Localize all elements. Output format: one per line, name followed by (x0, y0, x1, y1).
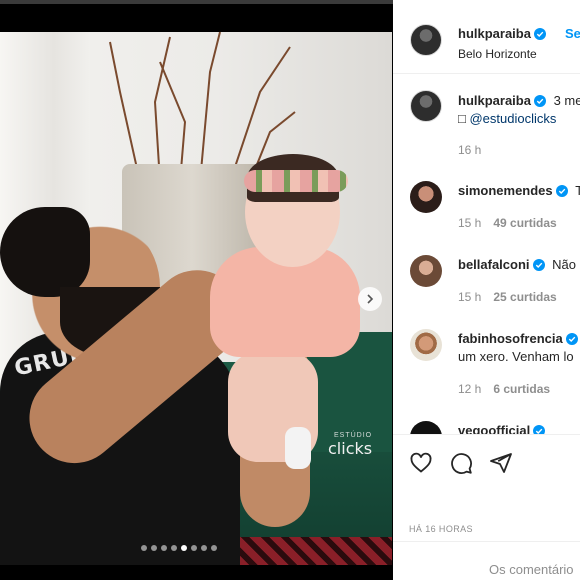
post-header: hulkparaiba Se Belo Horizonte (393, 4, 580, 74)
carousel-dot (161, 545, 167, 551)
carousel-dot (171, 545, 177, 551)
comment-bubble-icon (451, 453, 472, 474)
verified-badge-icon (555, 185, 568, 197)
comment-button[interactable] (449, 451, 475, 477)
photo-rug (220, 537, 392, 565)
send-icon (490, 453, 512, 473)
photo-man-hair (0, 207, 90, 297)
chevron-right-icon (367, 294, 374, 304)
heart-icon (410, 452, 432, 473)
carousel-dot (181, 545, 187, 551)
header-username[interactable]: hulkparaiba (458, 26, 546, 41)
comment-username-text[interactable]: simonemendes (458, 183, 553, 198)
comment-time[interactable]: 12 h (458, 382, 481, 396)
photo-baby-sock (285, 427, 311, 469)
watermark-big: clicks (328, 439, 373, 458)
comment-likes[interactable]: 6 curtidas (493, 382, 550, 396)
avatar[interactable] (410, 421, 442, 435)
carousel-dot (191, 545, 197, 551)
comment-username[interactable]: hulkparaiba 3 me (458, 93, 580, 108)
emoji-icon: □ (458, 111, 466, 126)
photo-watermark: ESTÚDIO clicks (328, 432, 372, 458)
verified-badge-icon (565, 333, 578, 345)
post-photo[interactable]: GRUDI ESTÚDIO clicks (0, 32, 392, 565)
post-time-ago[interactable]: HÁ 16 HORAS (409, 524, 473, 534)
avatar[interactable] (410, 329, 442, 361)
add-comment-field[interactable]: Os comentário (393, 541, 580, 580)
comment-text: Não (552, 257, 577, 272)
comment-likes[interactable]: 49 curtidas (493, 216, 556, 230)
avatar[interactable] (410, 24, 442, 56)
comment-meta: 15 h 49 curtidas (458, 216, 557, 230)
comment-text: um xero. Venham lo (458, 349, 574, 364)
comment-meta: 15 h 25 curtidas (458, 290, 557, 304)
caption-second-line: □ @estudioclicks (458, 111, 556, 126)
comment-username[interactable]: bellafalconi Não (458, 257, 576, 272)
verified-badge-icon (532, 259, 545, 271)
carousel-next-button[interactable] (358, 287, 382, 311)
comment-time[interactable]: 15 h (458, 216, 481, 230)
comment-username-text[interactable]: hulkparaiba (458, 93, 531, 108)
carousel-dot (141, 545, 147, 551)
mention-link[interactable]: @estudioclicks (469, 111, 556, 126)
share-button[interactable] (489, 451, 515, 477)
comment-username[interactable]: fabinhosofrencia (458, 331, 578, 346)
comment-text: T (575, 183, 580, 198)
comment-meta: 16 h (458, 143, 481, 157)
avatar[interactable] (410, 90, 442, 122)
follow-button[interactable]: Se (565, 26, 580, 41)
watermark-small: ESTÚDIO (334, 432, 373, 439)
comment-meta: 12 h 6 curtidas (458, 382, 550, 396)
like-button[interactable] (409, 451, 435, 477)
post-actions: HÁ 16 HORAS Os comentário (393, 434, 580, 577)
avatar[interactable] (410, 181, 442, 213)
verified-badge-icon (533, 95, 546, 107)
comment-time[interactable]: 16 h (458, 143, 481, 157)
header-username-text[interactable]: hulkparaiba (458, 26, 531, 41)
comments-list[interactable]: hulkparaiba 3 me □ @estudioclicks 16 h s… (393, 75, 580, 435)
carousel-dot (211, 545, 217, 551)
comment-likes[interactable]: 25 curtidas (493, 290, 556, 304)
verified-badge-icon (533, 28, 546, 40)
add-comment-placeholder: Os comentário (489, 562, 574, 577)
carousel-dot (151, 545, 157, 551)
comment-time[interactable]: 15 h (458, 290, 481, 304)
avatar[interactable] (410, 255, 442, 287)
comment-username[interactable]: simonemendes T (458, 183, 580, 198)
header-location[interactable]: Belo Horizonte (458, 47, 537, 61)
photo-flower-crown (244, 170, 348, 192)
carousel-dot (201, 545, 207, 551)
carousel-dots (141, 545, 217, 551)
comment-text: 3 me (553, 93, 580, 108)
post-side-panel: hulkparaiba Se Belo Horizonte hulkparaib… (393, 0, 580, 580)
comment-username-text[interactable]: fabinhosofrencia (458, 331, 563, 346)
comment-username-text[interactable]: bellafalconi (458, 257, 530, 272)
